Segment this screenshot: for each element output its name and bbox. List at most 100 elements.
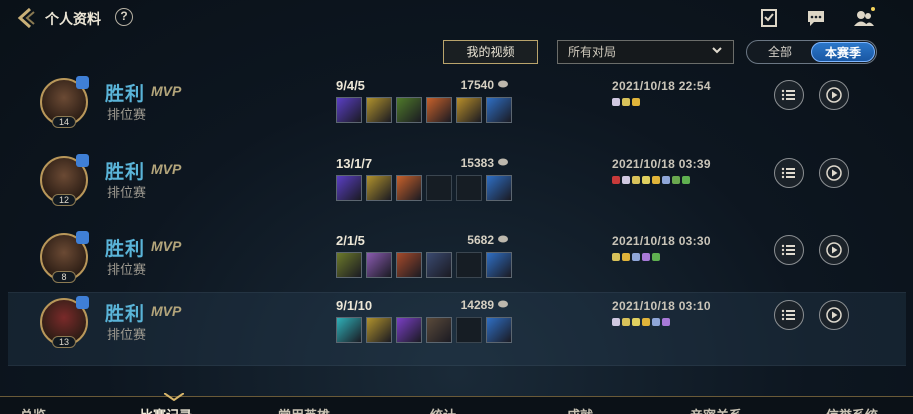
achievement-badge-icon — [612, 318, 620, 326]
party-icon — [76, 154, 89, 167]
achievement-badge-icon — [622, 176, 630, 184]
achievement-badge-icon — [642, 176, 650, 184]
match-date: 2021/10/18 03:39 — [612, 157, 711, 171]
gold-icon — [498, 300, 508, 308]
nav-achievements[interactable]: 成就 — [567, 405, 593, 414]
item-icon[interactable] — [366, 175, 392, 201]
kda: 13/1/7 — [336, 156, 373, 171]
chat-icon[interactable] — [805, 7, 827, 29]
match-result: 胜利 — [105, 84, 146, 105]
kda: 2/1/5 — [336, 233, 365, 248]
help-icon[interactable]: ? — [115, 8, 133, 26]
nav-heroes[interactable]: 常用英雄 — [278, 405, 330, 414]
nav-match-history[interactable]: 比赛记录 — [140, 405, 192, 414]
item-icon[interactable] — [366, 252, 392, 278]
mvp-badge: MVP — [151, 303, 182, 319]
party-icon — [76, 296, 89, 309]
item-icon[interactable] — [486, 97, 512, 123]
empty-item-slot[interactable] — [426, 175, 452, 201]
mvp-badge: MVP — [151, 161, 182, 177]
match-type-select[interactable]: 所有对局 — [557, 40, 734, 64]
friends-icon[interactable] — [853, 7, 875, 29]
match-result: 胜利 — [105, 304, 146, 325]
active-tab-marker-icon — [164, 393, 184, 401]
match-details-button[interactable] — [774, 158, 804, 188]
match-details-button[interactable] — [774, 80, 804, 110]
list-icon — [781, 167, 795, 179]
item-icon[interactable] — [336, 97, 362, 123]
page-title: 个人资料 — [45, 11, 101, 27]
item-icon[interactable] — [396, 175, 422, 201]
empty-item-slot[interactable] — [456, 317, 482, 343]
back-arrow-icon[interactable] — [14, 6, 38, 30]
achievement-badge-icon — [672, 176, 680, 184]
item-icon[interactable] — [336, 317, 362, 343]
gold-amount: 15383 — [460, 156, 494, 170]
gold-icon — [498, 235, 508, 243]
champion-level: 12 — [52, 194, 76, 206]
party-icon — [76, 76, 89, 89]
empty-item-slot[interactable] — [456, 175, 482, 201]
play-icon — [826, 307, 842, 323]
match-replay-button[interactable] — [819, 158, 849, 188]
game-mode: 排位赛 — [107, 327, 147, 342]
item-icon[interactable] — [426, 317, 452, 343]
item-icon[interactable] — [336, 175, 362, 201]
gold-amount: 5682 — [467, 233, 494, 247]
item-icon[interactable] — [426, 97, 452, 123]
kda: 9/1/10 — [336, 298, 373, 313]
game-mode: 排位赛 — [107, 107, 147, 122]
match-details-button[interactable] — [774, 235, 804, 265]
item-icon[interactable] — [336, 252, 362, 278]
item-icon[interactable] — [456, 97, 482, 123]
achievement-badge-icon — [632, 318, 640, 326]
champion-level: 8 — [52, 271, 76, 283]
achievement-badge-icon — [682, 176, 690, 184]
match-replay-button[interactable] — [819, 300, 849, 330]
achievement-badge-icon — [632, 176, 640, 184]
filter-bar: 我的视频 所有对局 全部 本赛季 — [0, 40, 913, 66]
match-row[interactable]: 14 胜利 MVP 排位赛 9/4/5 17540 2021/10/18 22:… — [8, 73, 906, 147]
item-icon[interactable] — [396, 97, 422, 123]
nav-overview[interactable]: 总览 — [20, 405, 46, 414]
nav-relationships[interactable]: 亲密关系 — [690, 405, 742, 414]
match-replay-button[interactable] — [819, 80, 849, 110]
item-icon[interactable] — [486, 175, 512, 201]
achievement-badge-icon — [612, 253, 620, 261]
item-icon[interactable] — [366, 317, 392, 343]
achievement-badge-icon — [652, 176, 660, 184]
empty-item-slot[interactable] — [456, 252, 482, 278]
match-replay-button[interactable] — [819, 235, 849, 265]
item-icon[interactable] — [486, 317, 512, 343]
achievement-badge-icon — [642, 318, 650, 326]
achievement-badge-icon — [632, 98, 640, 106]
kda: 9/4/5 — [336, 78, 365, 93]
item-icon[interactable] — [396, 317, 422, 343]
nav-reputation[interactable]: 信誉系统 — [826, 405, 878, 414]
item-icon[interactable] — [486, 252, 512, 278]
game-mode: 排位赛 — [107, 262, 147, 277]
gold-amount: 17540 — [460, 78, 494, 92]
tab-all[interactable]: 全部 — [747, 41, 813, 63]
achievement-badge-icon — [642, 253, 650, 261]
my-video-button[interactable]: 我的视频 — [443, 40, 538, 64]
match-details-button[interactable] — [774, 300, 804, 330]
match-result: 胜利 — [105, 162, 146, 183]
mvp-badge: MVP — [151, 238, 182, 254]
checklist-icon[interactable] — [758, 7, 780, 29]
gold-amount: 14289 — [460, 298, 494, 312]
achievement-badge-icon — [662, 176, 670, 184]
item-icon[interactable] — [426, 252, 452, 278]
achievement-badge-icon — [612, 176, 620, 184]
list-icon — [781, 309, 795, 321]
match-row[interactable]: 13 胜利 MVP 排位赛 9/1/10 14289 2021/10/18 03… — [8, 292, 906, 366]
match-row[interactable]: 12 胜利 MVP 排位赛 13/1/7 15383 2021/10/18 03… — [8, 151, 906, 225]
tab-current-season[interactable]: 本赛季 — [811, 42, 875, 62]
item-icon[interactable] — [366, 97, 392, 123]
item-icon[interactable] — [396, 252, 422, 278]
bottom-nav: 总览 比赛记录 常用英雄 统计 成就 亲密关系 信誉系统 — [0, 393, 913, 414]
achievement-badge-icon — [632, 253, 640, 261]
match-row[interactable]: 8 胜利 MVP 排位赛 2/1/5 5682 2021/10/18 03:30 — [8, 228, 906, 302]
nav-stats[interactable]: 统计 — [430, 405, 456, 414]
game-mode: 排位赛 — [107, 185, 147, 200]
